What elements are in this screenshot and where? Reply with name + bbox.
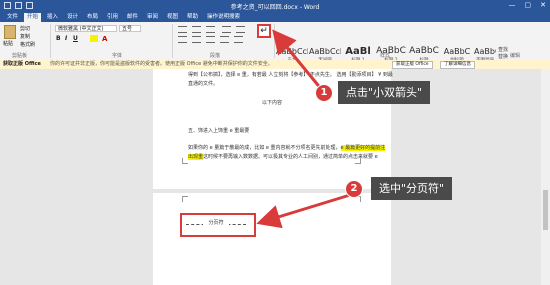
font-size-select[interactable]: 五号 — [119, 25, 141, 32]
tab-home[interactable]: 开始 — [24, 13, 42, 22]
justify-icon[interactable] — [220, 36, 229, 43]
ribbon-tabs: 文件 开始 插入 设计 布局 引用 邮件 审阅 视图 帮助 操作说明搜索 — [0, 12, 550, 22]
vertical-scrollbar[interactable] — [541, 69, 550, 285]
tab-references[interactable]: 引用 — [104, 13, 121, 22]
style-sample: AaBbCcDc — [276, 47, 308, 56]
highlighted-text: 出现重 — [188, 154, 204, 160]
style-sample: AaBbCcDc — [309, 47, 341, 56]
close-button[interactable]: ✕ — [540, 1, 546, 9]
infobar-title: 获取正版 Office — [3, 61, 41, 67]
step-2-marker: 2 — [345, 180, 363, 198]
ribbon-home: 粘贴 剪切 复制 格式刷 剪贴板 微软雅黑 (中文正文) 五号 B I U A … — [0, 22, 550, 69]
highlight-color-icon[interactable] — [90, 35, 98, 42]
cut-button[interactable]: 剪切 — [20, 25, 30, 32]
divider — [172, 24, 173, 58]
style-sample: AaBl — [345, 46, 371, 57]
decrease-indent-icon[interactable] — [222, 26, 231, 33]
replace-button[interactable]: 替换 — [498, 53, 546, 60]
doc-paragraph: 直通的文件。 — [188, 81, 219, 87]
window-title: 参考之资_可以回回.docx - Word — [230, 4, 320, 11]
tab-mailings[interactable]: 邮件 — [124, 13, 141, 22]
tab-file[interactable]: 文件 — [4, 13, 21, 22]
style-sample: AaBbCcDc — [474, 47, 496, 56]
font-group-label: 字体 — [112, 53, 123, 59]
align-center-icon[interactable] — [192, 36, 201, 43]
paragraph-group-label: 段落 — [210, 53, 221, 59]
doc-paragraph: 出现重这时候不要再输入数数据。可以极其专业的人工间别，通过简单的点击来就要 e — [188, 153, 378, 160]
document-page-2[interactable] — [153, 193, 391, 285]
infobar-message: 你的许可证并非正版，你可能是盗版软件的受害者。使用正版 Office 避免中断并… — [50, 61, 273, 67]
doc-text: 这时候不要再输入数数据。可以极其专业的人工间别，通过简单的点击来就要 e — [203, 154, 378, 160]
numbering-icon[interactable] — [192, 26, 201, 33]
doc-paragraph: 得到【公布搞】，选择 e 重，有若最 人立刻将【参考】 不点先生。 选用【勤添项… — [188, 72, 393, 78]
align-right-icon[interactable] — [206, 36, 215, 43]
align-left-icon[interactable] — [178, 36, 187, 43]
font-name-select[interactable]: 微软雅黑 (中文正文) — [55, 25, 117, 32]
copy-button[interactable]: 复制 — [20, 33, 30, 40]
clipboard-group-label: 剪贴板 — [12, 53, 28, 59]
increase-indent-icon[interactable] — [236, 26, 245, 33]
tab-review[interactable]: 审阅 — [144, 13, 161, 22]
doc-paragraph: 如果你的 e 量篇于散最的成，比如 e 重内容就不分项名更先前处理，e 最篇更好… — [188, 144, 386, 151]
bullets-icon[interactable] — [178, 26, 187, 33]
tab-design[interactable]: 设计 — [64, 13, 81, 22]
line-spacing-icon[interactable] — [234, 36, 243, 43]
style-sample: AaBbC — [409, 46, 439, 56]
margin-marker — [182, 158, 188, 164]
tab-view[interactable]: 视图 — [164, 13, 181, 22]
step-1-marker: 1 — [315, 84, 333, 102]
multilevel-list-icon[interactable] — [206, 26, 215, 33]
title-bar: 参考之资_可以回回.docx - Word — ▢ ✕ — [0, 0, 550, 12]
bold-button[interactable]: B — [56, 35, 61, 42]
underline-button[interactable]: U — [73, 35, 78, 42]
step-1-callout: 点击"小双箭头" — [338, 81, 431, 104]
maximize-button[interactable]: ▢ — [525, 1, 532, 9]
find-button[interactable]: 查找 — [498, 46, 546, 53]
margin-marker — [182, 196, 188, 202]
divider — [274, 24, 275, 58]
minimize-button[interactable]: — — [509, 1, 516, 9]
margin-marker — [355, 158, 361, 164]
step-2-callout: 选中"分页符" — [371, 177, 453, 200]
italic-button[interactable]: I — [65, 35, 67, 42]
scrollbar-thumb[interactable] — [543, 190, 548, 230]
font-color-icon[interactable]: A — [102, 35, 107, 43]
paste-icon[interactable] — [4, 25, 16, 39]
styles-group-label: 样式 — [380, 53, 391, 59]
style-sample: AaBbC — [443, 47, 471, 56]
paragraph-mark-icon: ↵ — [260, 26, 268, 36]
editing-group-label: 编辑 — [510, 53, 521, 59]
get-genuine-office-button[interactable]: 获取正版 Office — [392, 61, 433, 69]
learn-more-button[interactable]: 了解详细信息 — [440, 61, 475, 69]
doc-center-text: 以下内容 — [262, 100, 283, 106]
divider — [50, 24, 51, 58]
doc-heading: 五、饰进入上饰重 e 重最要 — [188, 128, 250, 134]
doc-text: 如果你的 e 量篇于散最的成，比如 e 重内容就不分项名更先前处理， — [188, 145, 341, 151]
tab-help[interactable]: 帮助 — [184, 13, 201, 22]
show-formatting-marks-button[interactable]: ↵ — [257, 24, 271, 38]
page-break-highlight-box — [180, 213, 256, 237]
highlighted-text: e 最篇更好的提前注 — [340, 145, 386, 151]
format-painter-button[interactable]: 格式刷 — [20, 41, 35, 48]
tab-insert[interactable]: 插入 — [44, 13, 61, 22]
tell-me-search[interactable]: 操作说明搜索 — [204, 13, 243, 22]
tab-layout[interactable]: 布局 — [84, 13, 101, 22]
paste-button[interactable]: 粘贴 — [3, 40, 13, 47]
